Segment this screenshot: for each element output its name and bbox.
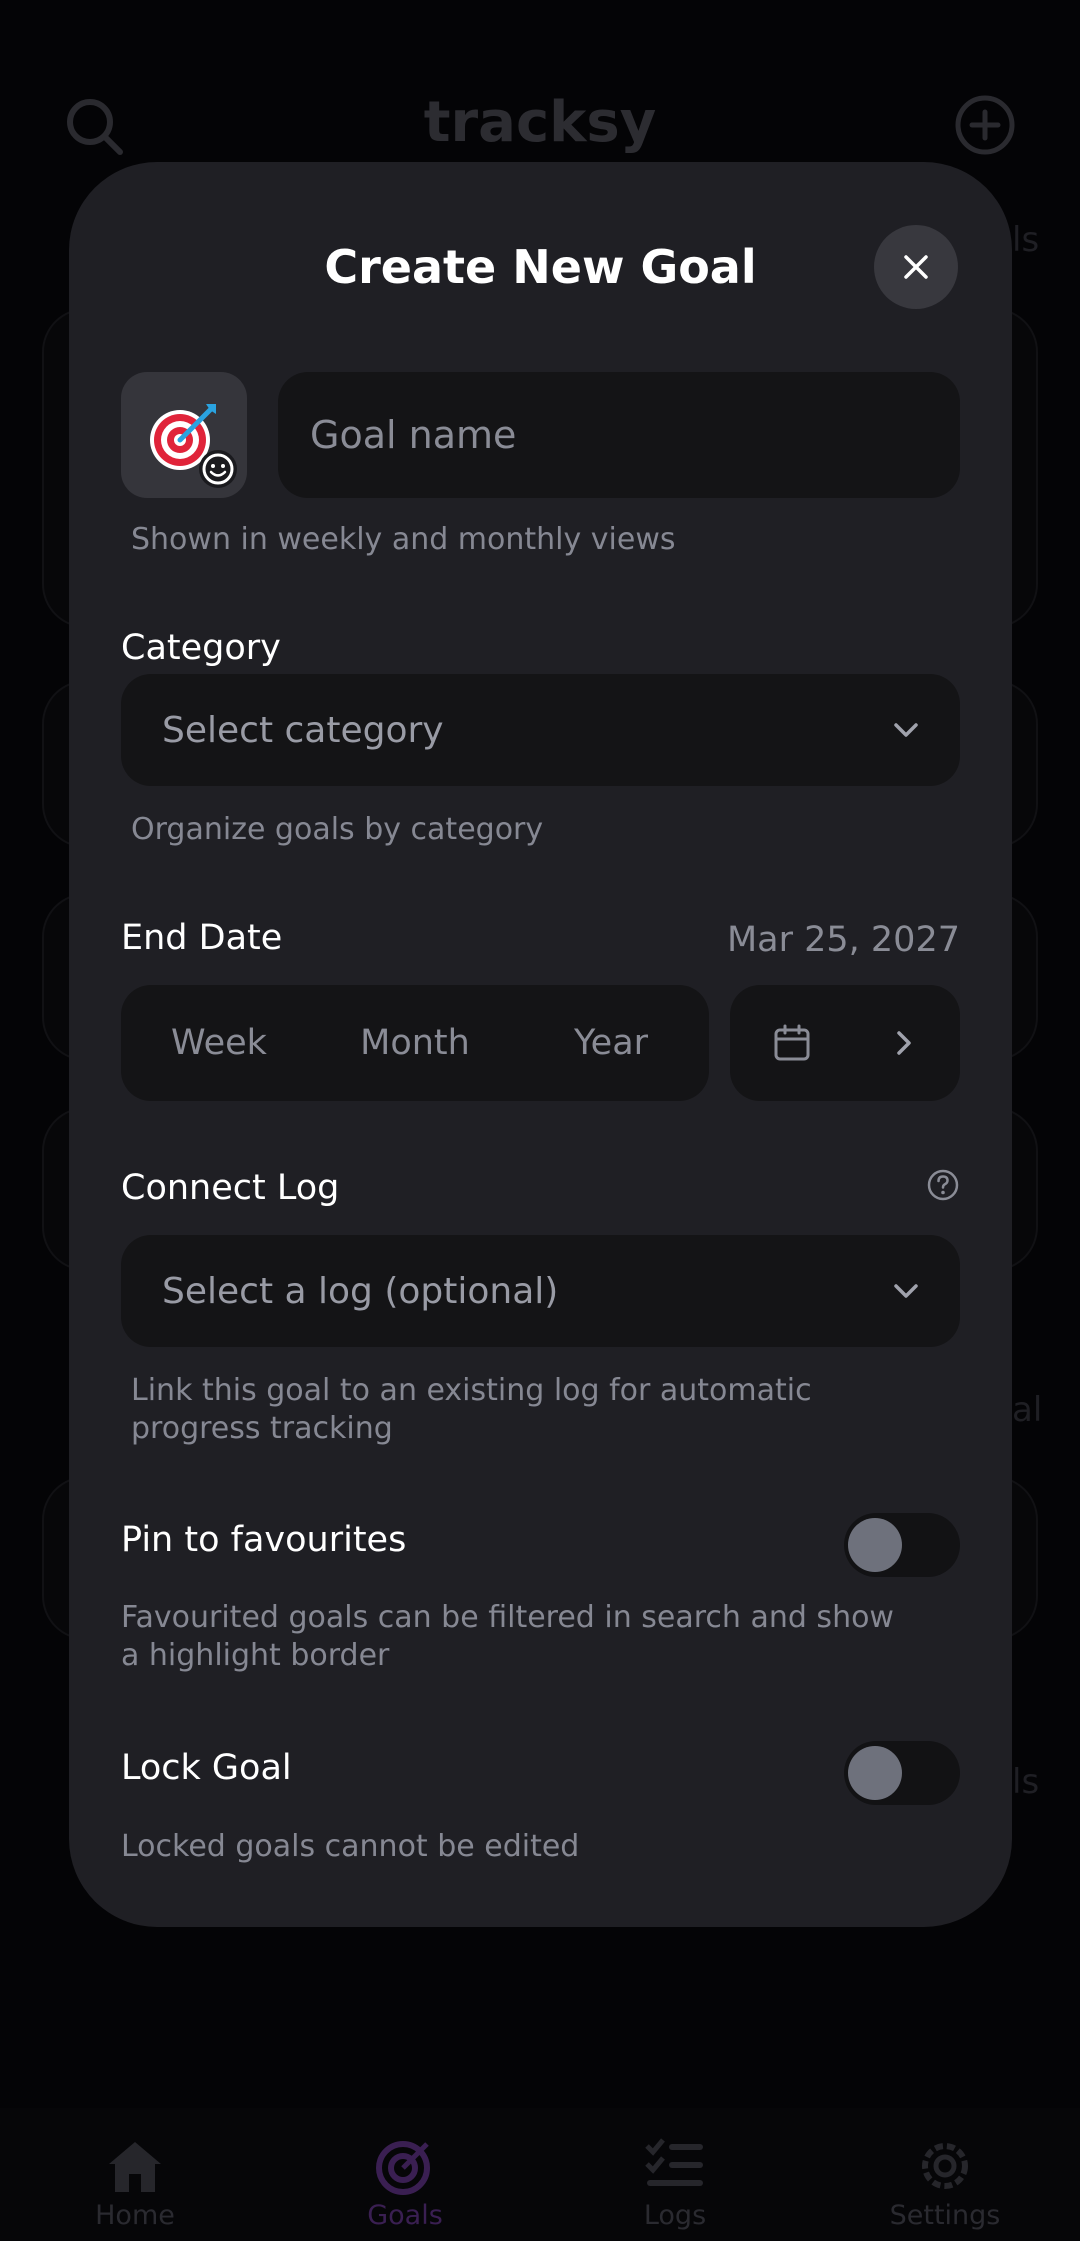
calendar-icon (774, 1024, 810, 1061)
add-icon (955, 95, 1015, 155)
smiley-badge (199, 450, 237, 488)
end-date-value: Mar 25, 2027 (726, 920, 960, 960)
create-goal-modal: Create New Goal Goal name Shown in weekl… (69, 162, 1012, 1927)
nav-settings-label: Settings (889, 2200, 1001, 2231)
checklist-icon (645, 2138, 703, 2186)
end-date-label: End Date (121, 918, 283, 958)
connect-log-select[interactable]: Select a log (optional) (121, 1235, 960, 1347)
chevron-down-icon (894, 1284, 918, 1298)
nav-logs-label: Logs (643, 2200, 707, 2231)
segment-year[interactable]: Year (513, 985, 709, 1101)
goal-name-helper: Shown in weekly and monthly views (131, 522, 676, 557)
emoji-picker-button[interactable] (121, 372, 247, 498)
category-select[interactable]: Select category (121, 674, 960, 786)
connect-log-placeholder: Select a log (optional) (162, 1270, 559, 1312)
background-text: al (1012, 1390, 1043, 1430)
goal-name-placeholder: Goal name (310, 413, 517, 457)
nav-goals[interactable]: Goals (270, 2108, 540, 2241)
app-header: tracksy (0, 86, 1080, 166)
target-icon (376, 2141, 430, 2195)
goal-name-input[interactable]: Goal name (278, 372, 960, 498)
connect-log-helper: Link this goal to an existing log for au… (131, 1373, 812, 1446)
lock-goal-toggle[interactable] (844, 1741, 960, 1805)
lock-goal-helper: Locked goals cannot be edited (121, 1829, 580, 1864)
close-icon (904, 255, 928, 279)
toggle-knob (848, 1746, 902, 1800)
close-button[interactable] (874, 225, 958, 309)
lock-goal-label: Lock Goal (121, 1748, 292, 1788)
nav-home-label: Home (95, 2200, 175, 2231)
nav-goals-label: Goals (367, 2200, 443, 2231)
connect-log-label: Connect Log (121, 1168, 340, 1208)
help-icon[interactable] (926, 1168, 960, 1202)
category-placeholder: Select category (162, 709, 444, 751)
pin-favourites-toggle[interactable] (844, 1513, 960, 1577)
category-label: Category (121, 628, 281, 668)
category-helper: Organize goals by category (131, 812, 544, 847)
segment-week[interactable]: Week (121, 985, 317, 1101)
nav-settings[interactable]: Settings (810, 2108, 1080, 2241)
pin-favourites-label: Pin to favourites (121, 1520, 407, 1560)
app-title: tracksy (423, 90, 657, 155)
nav-logs[interactable]: Logs (540, 2108, 810, 2241)
bottom-nav: Home Goals Logs Settings (0, 2108, 1080, 2241)
nav-home[interactable]: Home (0, 2108, 270, 2241)
chevron-right-icon (897, 1031, 911, 1055)
background-text: ls (1012, 1762, 1040, 1802)
home-icon (109, 2142, 161, 2192)
modal-title: Create New Goal (324, 240, 757, 294)
toggle-knob (848, 1518, 902, 1572)
date-picker-button[interactable] (730, 985, 960, 1101)
segment-month[interactable]: Month (317, 985, 513, 1101)
smiley-icon (202, 453, 234, 485)
pin-favourites-helper: Favourited goals can be filtered in sear… (121, 1600, 894, 1673)
background-text: ls (1012, 220, 1040, 260)
gear-icon (922, 2143, 968, 2189)
chevron-down-icon (894, 723, 918, 737)
end-date-segmented-control: Week Month Year (121, 985, 709, 1101)
